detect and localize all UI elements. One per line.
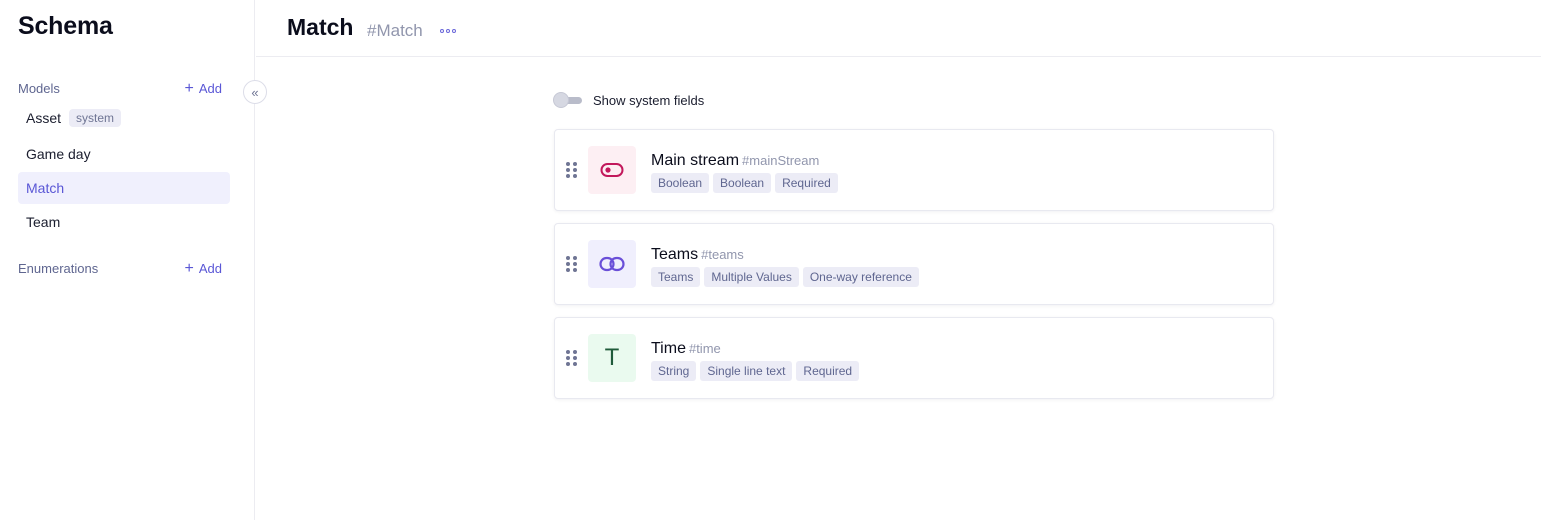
show-system-fields-toggle[interactable] [554, 92, 582, 108]
field-tag: Boolean [651, 173, 710, 193]
models-section-header: Models + Add [18, 79, 222, 97]
sidebar-item-label: Team [26, 214, 61, 230]
field-display-name: Teams [651, 246, 699, 263]
field-tag: Single line text [700, 361, 793, 381]
text-T-icon: T [588, 334, 636, 382]
show-system-fields-label: Show system fields [593, 92, 705, 108]
field-name: Teams #teams [651, 246, 744, 264]
field-tags: Teams Multiple Values One-way reference [651, 267, 919, 287]
sidebar-item-game-day[interactable]: Game day [18, 138, 230, 170]
field-api-id: #teams [701, 247, 744, 262]
field-tags: String Single line text Required [651, 361, 860, 381]
toggle-icon [588, 146, 636, 194]
add-enumeration-button[interactable]: + Add [184, 259, 222, 277]
field-api-id: #mainStream [742, 153, 820, 168]
add-model-label: Add [198, 80, 222, 96]
model-api-id: #Match [367, 21, 423, 40]
field-name: Time #time [651, 340, 721, 358]
collapse-sidebar-button[interactable]: « [243, 80, 267, 104]
field-tag: Boolean [713, 173, 772, 193]
sidebar: Schema Models + Add Asset system Game da… [0, 0, 255, 520]
sidebar-item-match[interactable]: Match [18, 172, 230, 204]
page-header: Match #Match [256, 0, 1541, 57]
drag-handle-icon[interactable] [566, 162, 577, 178]
plus-icon: + [184, 259, 194, 277]
sidebar-item-asset[interactable]: Asset system [18, 102, 230, 134]
field-api-id: #time [688, 341, 721, 356]
enumerations-section-header: Enumerations + Add [18, 259, 222, 277]
field-display-name: Time [651, 340, 686, 357]
system-badge: system [69, 109, 122, 127]
field-card-main-stream[interactable]: Main stream #mainStream Boolean Boolean R… [554, 129, 1274, 211]
field-card-time[interactable]: T Time #time String Single line text Requ… [554, 317, 1274, 399]
sidebar-item-team[interactable]: Team [18, 206, 230, 238]
field-tag: Multiple Values [704, 267, 799, 287]
more-options-icon[interactable] [440, 29, 456, 33]
sidebar-item-label: Match [26, 180, 65, 196]
field-tag: Teams [651, 267, 701, 287]
drag-handle-icon[interactable] [566, 350, 577, 366]
models-label: Models [18, 80, 60, 96]
sidebar-item-label: Game day [26, 146, 91, 162]
sidebar-item-label: Asset [26, 110, 62, 126]
add-enumeration-label: Add [198, 260, 222, 276]
field-tag: String [651, 361, 697, 381]
page-title: Match [287, 14, 354, 40]
sidebar-title: Schema [18, 12, 113, 40]
field-tag: Required [775, 173, 838, 193]
plus-icon: + [184, 79, 194, 97]
field-tag: Required [796, 361, 860, 381]
field-tag: One-way reference [802, 267, 919, 287]
show-system-fields-row: Show system fields [554, 92, 704, 108]
enumerations-label: Enumerations [18, 260, 99, 276]
field-tags: Boolean Boolean Required [651, 173, 838, 193]
link-icon [588, 240, 636, 288]
drag-handle-icon[interactable] [566, 256, 577, 272]
add-model-button[interactable]: + Add [184, 79, 222, 97]
double-chevron-left-icon: « [251, 84, 259, 100]
field-display-name: Main stream [651, 152, 740, 169]
field-name: Main stream #mainStream [651, 152, 819, 170]
field-card-teams[interactable]: Teams #teams Teams Multiple Values One-wa… [554, 223, 1274, 305]
